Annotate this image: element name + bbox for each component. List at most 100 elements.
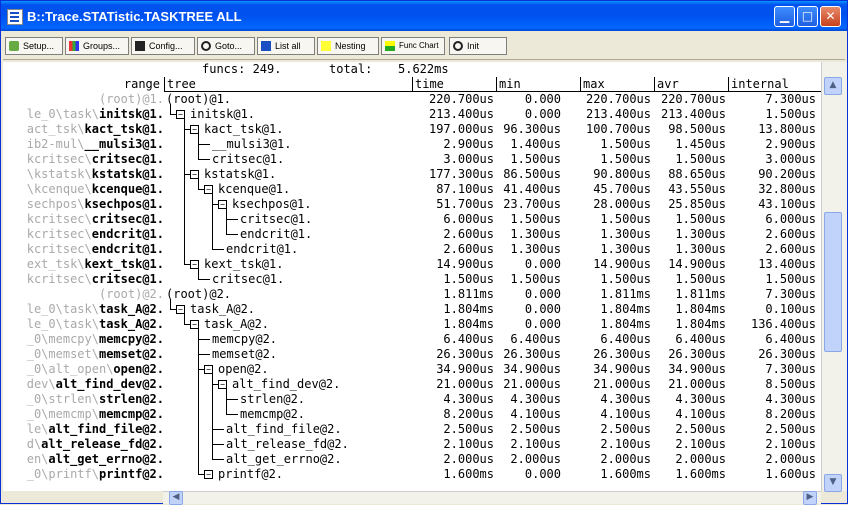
table-row[interactable]: le_0\task\task_A@2. task_A@2. 1.804ms 0.000…	[3, 302, 821, 317]
time-cell: 2.100us	[443, 437, 494, 451]
table-row[interactable]: kcritsec\endcrit@1. endcrit@1. 2.600us 1.30…	[3, 227, 821, 242]
avr-cell: 34.900us	[668, 362, 726, 376]
collapse-toggle-icon[interactable]: −	[176, 110, 185, 119]
table-row[interactable]: _0\printf\printf@2. printf@2. 1.600ms 0.000…	[3, 467, 821, 482]
tree-cell[interactable]: (root)@2.	[166, 287, 411, 302]
groups-button[interactable]: Groups...	[65, 37, 129, 55]
table-row[interactable]: ib2-mul\__mulsi3@1. __mulsi3@1. 2.900us 1.4…	[3, 137, 821, 152]
tree-cell[interactable]: strlen@2.	[166, 392, 411, 407]
close-button[interactable]: ✕	[820, 6, 841, 27]
avr-cell: 1.500us	[675, 212, 726, 226]
collapse-toggle-icon[interactable]: −	[204, 365, 213, 374]
tree-cell[interactable]: alt_find_file@2.	[166, 422, 411, 437]
table-row[interactable]: sechpos\ksechpos@1. ksechpos@1. 51.700us 23…	[3, 197, 821, 212]
tree-cell[interactable]: task_A@2.	[166, 317, 411, 332]
table-row[interactable]: le_0\task\task_A@2. task_A@2. 1.804ms 0.000…	[3, 317, 821, 332]
tree-cell[interactable]: alt_find_dev@2.	[166, 377, 411, 392]
tree-cell[interactable]: (root)@1.	[166, 92, 411, 107]
tree-node-label: alt_find_dev@2.	[232, 377, 341, 391]
internal-cell: 43.100us	[758, 197, 816, 211]
collapse-toggle-icon[interactable]: −	[176, 305, 185, 314]
range-header[interactable]: range	[3, 77, 164, 92]
time-cell: 1.500us	[443, 272, 494, 286]
collapse-toggle-icon[interactable]: −	[204, 470, 213, 479]
tree-cell[interactable]: kext_tsk@1.	[166, 257, 411, 272]
table-row[interactable]: _0\memcmp\memcmp@2. memcmp@2. 8.200us 4.100…	[3, 407, 821, 422]
tree-cell[interactable]: endcrit@1.	[166, 242, 411, 257]
table-row[interactable]: _0\strlen\strlen@2. strlen@2. 4.300us 4.300…	[3, 392, 821, 407]
tree-cell[interactable]: kact_tsk@1.	[166, 122, 411, 137]
minimize-button[interactable]: ▁	[774, 6, 795, 27]
max-cell: 1.804ms	[600, 302, 651, 316]
tree-header[interactable]: tree	[164, 77, 412, 92]
scroll-left-arrow-icon[interactable]: ◀	[169, 491, 183, 505]
tree-cell[interactable]: kstatsk@1.	[166, 167, 411, 182]
table-row[interactable]: \kstatsk\kstatsk@1. kstatsk@1. 177.300us 86…	[3, 167, 821, 182]
table-row[interactable]: le\alt_find_file@2. alt_find_file@2. 2.500…	[3, 422, 821, 437]
collapse-toggle-icon[interactable]: −	[190, 260, 199, 269]
table-row[interactable]: (root)@1. (root)@1. 220.700us 0.000 220.700u…	[3, 92, 821, 107]
table-row[interactable]: kcritsec\critsec@1. critsec@1. 3.000us 1.50…	[3, 152, 821, 167]
horizontal-scrollbar[interactable]: ◀ ▶	[163, 491, 821, 505]
tree-cell[interactable]: task_A@2.	[166, 302, 411, 317]
tree-cell[interactable]: memcmp@2.	[166, 407, 411, 422]
maximize-button[interactable]: □	[797, 6, 818, 27]
scroll-down-arrow-icon[interactable]: ▼	[824, 474, 842, 492]
table-row[interactable]: kcritsec\critsec@1. critsec@1. 1.500us 1.50…	[3, 272, 821, 287]
goto-button[interactable]: Goto...	[197, 37, 255, 55]
setup-button[interactable]: Setup...	[5, 37, 63, 55]
min-header[interactable]: min	[496, 77, 580, 92]
tree-cell[interactable]: critsec@1.	[166, 212, 411, 227]
collapse-toggle-icon[interactable]: −	[218, 380, 227, 389]
table-row[interactable]: le_0\task\initsk@1. initsk@1. 213.400us 0.0…	[3, 107, 821, 122]
collapse-toggle-icon[interactable]: −	[190, 125, 199, 134]
tree-cell[interactable]: alt_release_fd@2.	[166, 437, 411, 452]
internal-header[interactable]: internal	[728, 77, 821, 92]
table-row[interactable]: d\alt_release_fd@2. alt_release_fd@2. 2.10…	[3, 437, 821, 452]
table-row[interactable]: _0\alt_open\open@2. open@2. 34.900us 34.900…	[3, 362, 821, 377]
range-cell: ext_tsk\kext_tsk@1.	[3, 257, 164, 272]
nesting-button[interactable]: Nesting	[317, 37, 379, 55]
scroll-thumb[interactable]	[824, 212, 842, 352]
scroll-right-arrow-icon[interactable]: ▶	[803, 491, 817, 505]
table-row[interactable]: _0\memcpy\memcpy@2. memcpy@2. 6.400us 6.400…	[3, 332, 821, 347]
config-button[interactable]: Config...	[131, 37, 195, 55]
tree-node-label: kext_tsk@1.	[204, 257, 284, 271]
collapse-toggle-icon[interactable]: −	[190, 170, 199, 179]
scroll-up-arrow-icon[interactable]: ▲	[824, 77, 842, 95]
vertical-scrollbar[interactable]: ▲ ▼	[821, 62, 847, 492]
table-row[interactable]: act_tsk\kact_tsk@1. kact_tsk@1. 197.000us 9…	[3, 122, 821, 137]
tree-cell[interactable]: alt_get_errno@2.	[166, 452, 411, 467]
internal-cell: 2.500us	[765, 422, 816, 436]
table-row[interactable]: (root)@2. (root)@2. 1.811ms 0.000 1.811ms 1.8…	[3, 287, 821, 302]
tree-cell[interactable]: ksechpos@1.	[166, 197, 411, 212]
max-header[interactable]: max	[580, 77, 654, 92]
max-cell: 2.500us	[600, 422, 651, 436]
collapse-toggle-icon[interactable]: −	[190, 320, 199, 329]
statistics-table[interactable]: funcs: 249. total: 5.622ms range tree ti…	[3, 62, 821, 491]
tree-cell[interactable]: initsk@1.	[166, 107, 411, 122]
title-bar[interactable]: B::Trace.STATistic.TASKTREE ALL ▁ □ ✕	[1, 1, 847, 31]
internal-cell: 1.500us	[765, 107, 816, 121]
max-cell: 34.900us	[593, 362, 651, 376]
avr-header[interactable]: avr	[654, 77, 728, 92]
range-path: _0\printf\	[26, 467, 99, 481]
min-cell: 0.000	[524, 92, 561, 106]
table-row[interactable]: \kcenque\kcenque@1. kcenque@1. 87.100us 41.…	[3, 182, 821, 197]
table-row[interactable]: kcritsec\critsec@1. critsec@1. 6.000us 1.50…	[3, 212, 821, 227]
total-value: 5.622ms	[398, 62, 449, 76]
init-button[interactable]: Init	[449, 37, 507, 55]
tree-cell[interactable]: endcrit@1.	[166, 227, 411, 242]
table-row[interactable]: en\alt_get_errno@2. alt_get_errno@2. 2.000…	[3, 452, 821, 467]
table-row[interactable]: ext_tsk\kext_tsk@1. kext_tsk@1. 14.900us 0.…	[3, 257, 821, 272]
list-icon	[261, 41, 271, 51]
table-row[interactable]: _0\memset\memset@2. memset@2. 26.300us 26.3…	[3, 347, 821, 362]
time-header[interactable]: time	[412, 77, 496, 92]
func-chart-button[interactable]: Func Chart	[381, 37, 445, 55]
collapse-toggle-icon[interactable]: −	[204, 185, 213, 194]
range-function: task_A@2.	[98, 317, 164, 331]
list-all-button[interactable]: List all	[257, 37, 315, 55]
table-row[interactable]: kcritsec\endcrit@1. endcrit@1. 2.600us 1.30…	[3, 242, 821, 257]
collapse-toggle-icon[interactable]: −	[218, 200, 227, 209]
table-row[interactable]: dev\alt_find_dev@2. alt_find_dev@2. 21.000…	[3, 377, 821, 392]
